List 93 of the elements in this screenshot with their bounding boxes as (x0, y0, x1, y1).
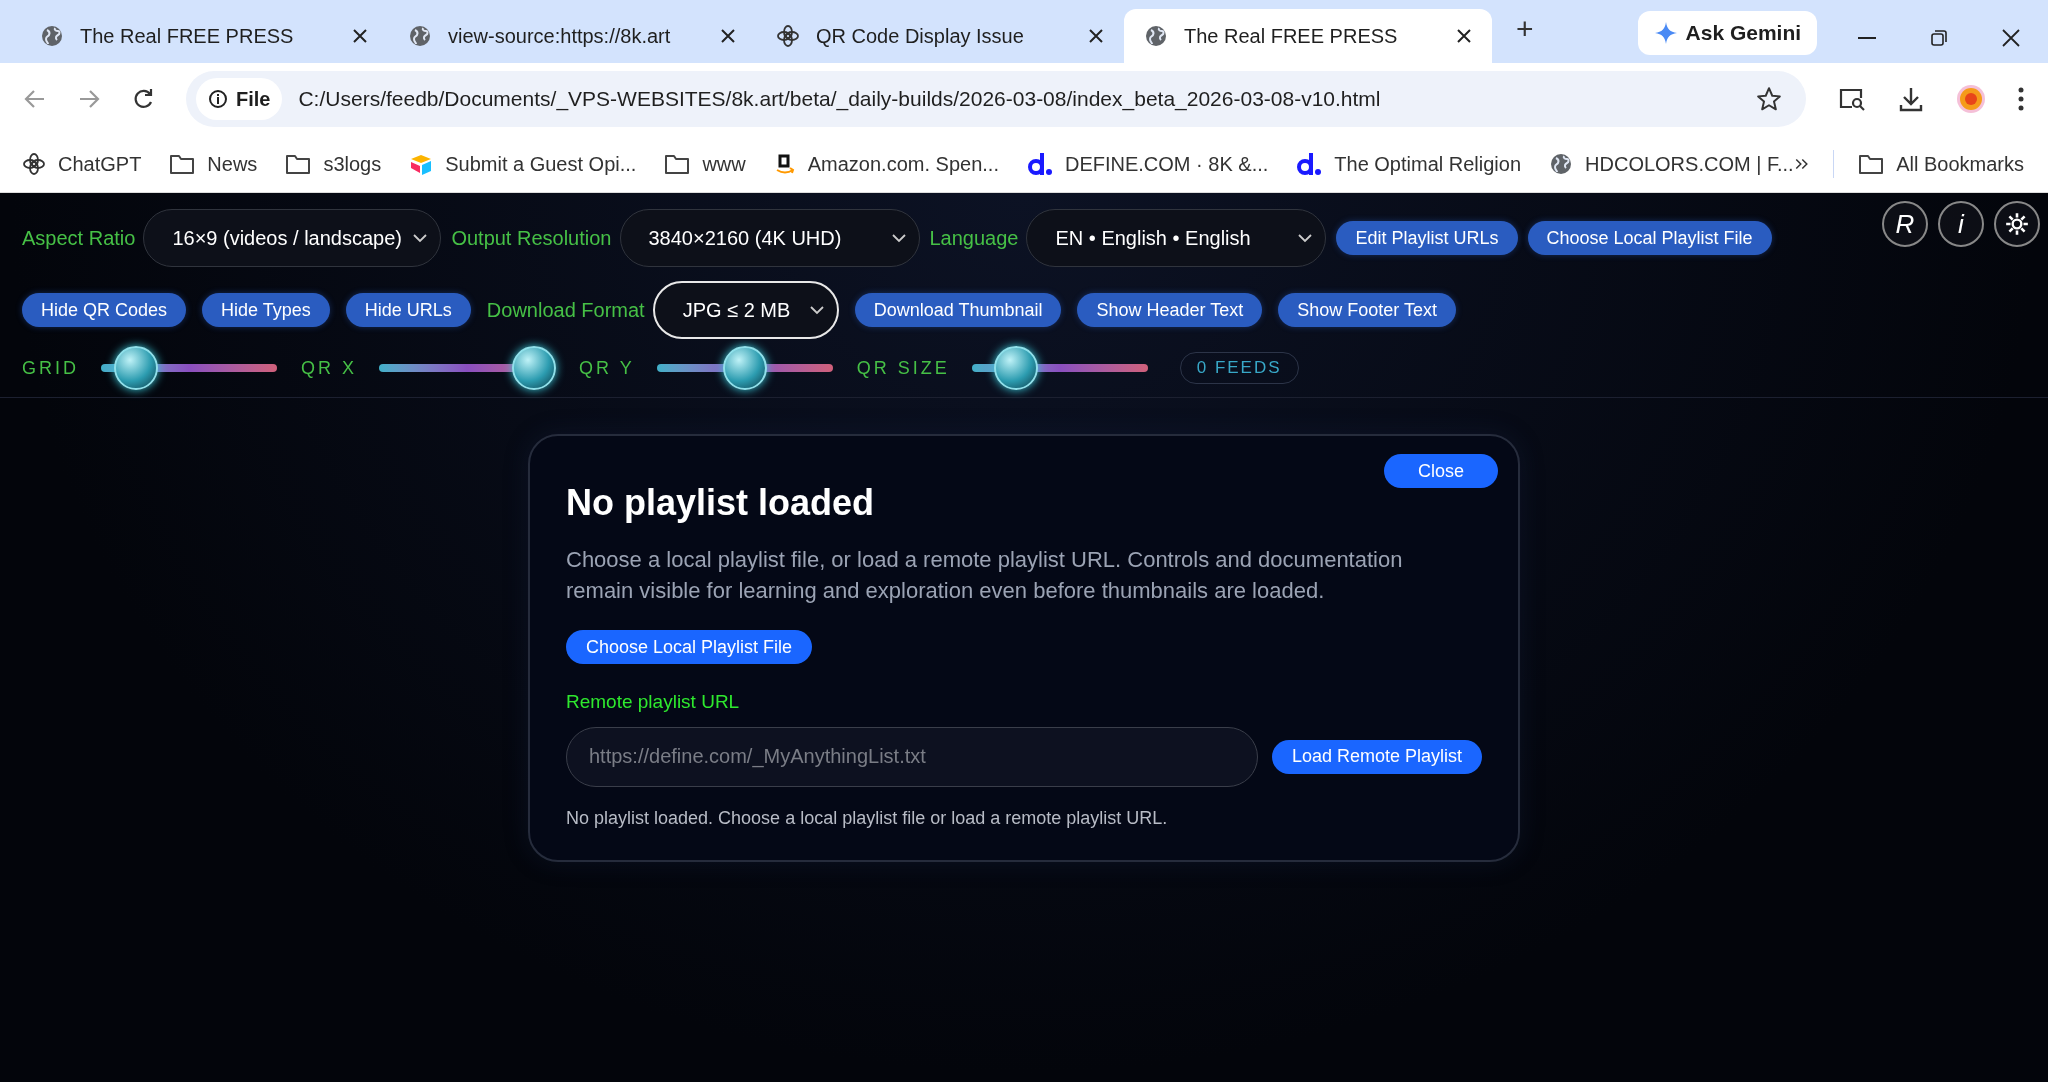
browser-tab[interactable]: The Real FREE PRESS (20, 9, 388, 63)
site-info-chip[interactable]: File (196, 78, 283, 120)
globe-icon (40, 24, 64, 48)
chevron-down-icon (412, 233, 429, 243)
dropdown[interactable]: 16×9 (videos / landscape) (143, 209, 442, 267)
bookmark[interactable]: ChatGPT (22, 148, 142, 179)
browser-tab[interactable]: The Real FREE PRESS (1124, 9, 1492, 63)
field-label: Download Format (486, 298, 645, 323)
tab-title: QR Code Display Issue (816, 24, 1025, 49)
close-icon[interactable] (1456, 28, 1472, 44)
bookmark[interactable]: News (169, 148, 258, 179)
action-button[interactable]: Hide Types (202, 293, 330, 327)
minimize-icon[interactable] (1858, 36, 1876, 40)
action-button[interactable]: Hide URLs (345, 293, 471, 327)
url-input-field[interactable]: https://define.com/_MyAnythingList.txt (566, 726, 1258, 787)
folder-icon (664, 152, 691, 175)
globe-icon (1144, 24, 1168, 48)
action-button[interactable]: Choose Local Playlist File (1527, 221, 1772, 255)
slider-label: GRID (22, 356, 79, 380)
settings-icon (2004, 211, 2030, 237)
bookmark[interactable]: HDCOLORS.COM | F... (1549, 148, 1794, 179)
slider-thumb[interactable] (114, 346, 159, 390)
knot-logo-icon (776, 24, 800, 48)
star-icon[interactable] (1756, 86, 1782, 112)
knot-logo-icon (22, 151, 46, 176)
action-button[interactable]: Download Thumbnail (854, 293, 1062, 327)
slider-thumb[interactable] (722, 346, 767, 390)
slider-label: QR X (301, 356, 357, 380)
back-icon[interactable] (24, 89, 46, 109)
field-label: Language (929, 226, 1019, 251)
field-label: Output Resolution (451, 226, 612, 251)
folder-icon (285, 152, 312, 175)
choose-file-button[interactable]: Choose Local Playlist File (566, 630, 813, 664)
tab-title: view-source:https://8k.art (448, 24, 672, 49)
profile-avatar-icon[interactable] (1956, 84, 1986, 114)
close-icon[interactable] (2002, 29, 2020, 47)
dropdown[interactable]: EN • English • English (1026, 209, 1327, 267)
bookmark[interactable]: DEFINE.COM · 8K &... (1026, 148, 1269, 179)
dot-logo-icon (1296, 150, 1323, 177)
globe-icon (1549, 151, 1574, 176)
close-icon[interactable] (352, 28, 368, 44)
search-page-icon[interactable] (1838, 87, 1866, 111)
slider-thumb[interactable] (511, 346, 556, 390)
slider-thumb[interactable] (993, 346, 1038, 390)
slider-label: QR Y (579, 356, 635, 380)
chevron-down-icon (1297, 233, 1314, 243)
gemini-button[interactable]: Ask Gemini (1637, 11, 1818, 55)
slider-label: QR SIZE (856, 356, 950, 380)
bookmark[interactable]: Amazon.com. Spen... (773, 148, 999, 179)
url-text: C:/Users/feedb/Documents/_VPS-WEBSITES/8k.art/beta/_daily-builds/2026-03-08/index_beta_2026-03-08-v10.html (298, 86, 1382, 113)
tab-title: The Real FREE PRESS (80, 24, 295, 49)
status-text: No playlist loaded. Choose a local playlist file or load a remote playlist URL. (566, 806, 1169, 830)
close-icon[interactable] (720, 28, 736, 44)
download-icon[interactable] (1898, 86, 1924, 112)
bookmark[interactable]: Submit a Guest Opi... (409, 148, 637, 179)
action-button[interactable]: Edit Playlist URLs (1336, 221, 1518, 255)
info-icon (208, 89, 228, 109)
scheme-label: File (236, 87, 271, 112)
dropdown[interactable]: JPG ≤ 2 MB (652, 281, 839, 339)
action-button[interactable]: Show Header Text (1077, 293, 1263, 327)
globe-icon (408, 24, 432, 48)
forward-icon[interactable] (78, 89, 100, 109)
new-tab-button[interactable]: + (1516, 6, 1534, 51)
dialog-description: Choose a local playlist file, or load a remote playlist URL. Controls and documentation remain visible for learning and exploration even before thumbnails are loaded. (566, 546, 1404, 605)
dot-logo-icon (1026, 150, 1053, 177)
chevron-down-icon (890, 233, 907, 243)
action-button[interactable]: Hide QR Codes (22, 293, 187, 327)
reload-icon[interactable] (132, 88, 154, 110)
dialog-title: No playlist loaded (566, 481, 876, 525)
dropdown[interactable]: 3840×2160 (4K UHD) (619, 209, 920, 267)
browser-tab[interactable]: view-source:https://8k.art (388, 9, 756, 63)
action-button[interactable]: Show Footer Text (1278, 293, 1456, 327)
field-label: Remote playlist URL (566, 690, 741, 714)
restore-icon[interactable] (1930, 29, 1948, 47)
menu-icon[interactable] (2018, 87, 2024, 111)
round-icon-button[interactable]: R (1882, 201, 1928, 247)
load-remote-button[interactable]: Load Remote Playlist (1271, 739, 1482, 774)
close-icon[interactable] (1088, 28, 1104, 44)
folder-icon (1858, 152, 1885, 175)
address-bar[interactable]: File C:/Users/feedb/Documents/_VPS-WEBSITES/8k.art/beta/_daily-builds/2026-03-08/index_beta_2026-03-08-v10.html (186, 71, 1806, 127)
tab-title: The Real FREE PRESS (1184, 24, 1399, 49)
browser-tab[interactable]: QR Code Display Issue (756, 9, 1124, 63)
bookmark[interactable]: s3logs (285, 148, 382, 179)
cube-logo-icon (409, 152, 434, 175)
chevron-down-icon (808, 305, 825, 315)
field-label: Aspect Ratio (22, 226, 136, 251)
close-button[interactable]: Close (1384, 454, 1498, 488)
settings-button[interactable] (1994, 201, 2040, 247)
round-icon-button[interactable]: i (1938, 201, 1984, 247)
folder-icon (169, 152, 196, 175)
bookmark[interactable]: www (664, 148, 746, 179)
all-bookmarks-button[interactable]: All Bookmarks (1858, 148, 2024, 179)
bookmark[interactable]: The Optimal Religion (1296, 148, 1522, 179)
